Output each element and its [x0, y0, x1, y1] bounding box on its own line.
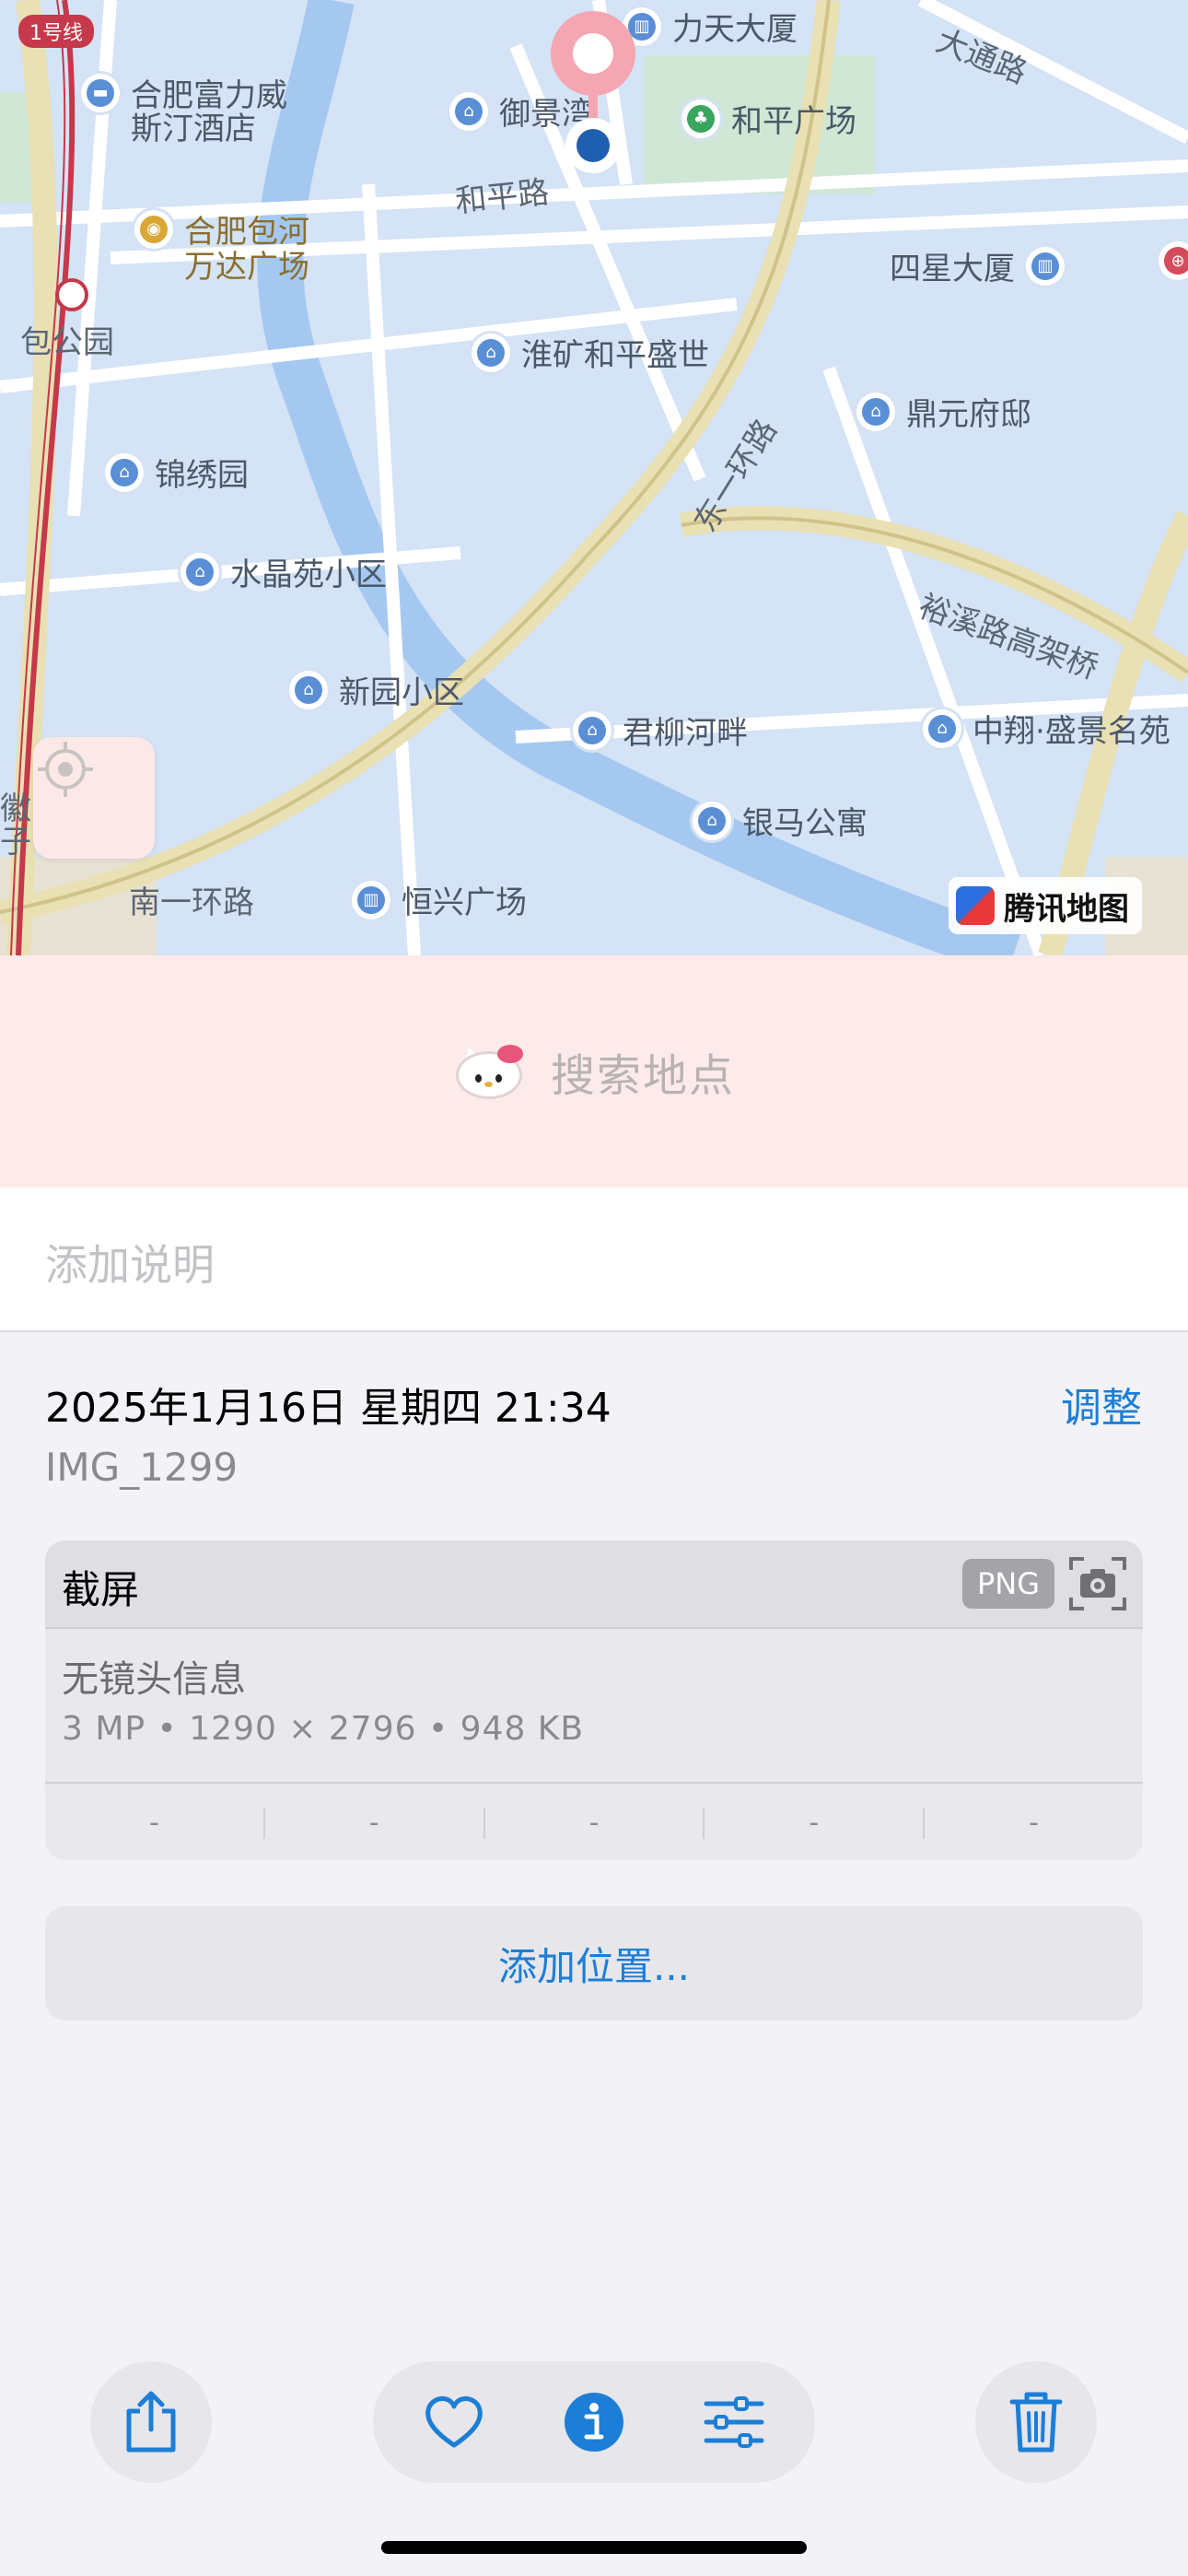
metro-line-badge: 1号线 — [18, 15, 94, 48]
exif-aperture: - — [703, 1807, 923, 1839]
home-icon: ⌂ — [472, 333, 510, 372]
road-label-edge-2: 子 — [0, 824, 31, 861]
format-badge: PNG — [962, 1559, 1055, 1609]
sliders-icon — [704, 2396, 764, 2448]
home-icon: ⌂ — [693, 801, 731, 840]
poi-zhongxiang[interactable]: ⌂ 中翔·盛景名苑 — [923, 706, 1171, 751]
capture-type-label: 截屏 — [62, 1567, 140, 1612]
exif-focal-length: - — [262, 1807, 483, 1839]
poi-junliu[interactable]: ⌂ 君柳河畔 — [573, 708, 748, 753]
favorite-button[interactable] — [413, 2382, 495, 2463]
tencent-map-icon — [956, 886, 995, 925]
home-icon: ⌂ — [923, 708, 961, 748]
exif-shutter: - — [923, 1807, 1143, 1839]
map-provider-logo: 腾讯地图 — [949, 877, 1142, 934]
trash-icon — [1009, 2392, 1063, 2453]
poi-yinma[interactable]: ⌂ 银马公寓 — [693, 798, 868, 843]
lens-info: 无镜头信息 — [62, 1658, 246, 1701]
action-pill — [373, 2361, 815, 2483]
heart-icon — [425, 2396, 483, 2448]
photo-filename: IMG_1299 — [45, 1445, 239, 1490]
image-metadata: 3 MP • 1290 × 2796 • 948 KB — [62, 1710, 585, 1748]
poi-wanda-line2: 万达广场 — [184, 249, 309, 286]
caption-field[interactable]: 添加说明 — [0, 1188, 1188, 1332]
delete-button[interactable] — [975, 2361, 1097, 2483]
info-icon — [565, 2393, 623, 2452]
poi-xinyuan[interactable]: ⌂ 新园小区 — [289, 667, 464, 712]
poi-dingyuan[interactable]: ⌂ 鼎元府邸 — [856, 389, 1031, 434]
metro-station-icon — [55, 278, 88, 311]
road-label-nanyihuan: 南一环路 — [129, 884, 254, 921]
info-button[interactable] — [553, 2382, 635, 2463]
poi-shuijing[interactable]: ⌂ 水晶苑小区 — [181, 549, 387, 594]
location-pin[interactable] — [549, 9, 637, 175]
building-icon: ▥ — [352, 880, 390, 919]
photo-info-card: 截屏 PNG 无镜头信息 3 MP • 1290 × 2796 • 948 KB… — [45, 1540, 1143, 1860]
adjust-button[interactable]: 调整 — [1061, 1375, 1142, 1434]
home-icon: ⌂ — [289, 670, 328, 709]
locate-me-button[interactable] — [33, 737, 155, 859]
home-icon: ⌂ — [105, 452, 144, 492]
hello-kitty-icon — [453, 1043, 525, 1100]
poi-jinxiu[interactable]: ⌂ 锦绣园 — [105, 450, 249, 495]
share-button[interactable] — [90, 2361, 212, 2483]
poi-sixing[interactable]: 四星大厦 ▥ — [890, 243, 1065, 288]
exif-row: - - - - - — [45, 1782, 1143, 1860]
exif-iso: - — [148, 1806, 159, 1839]
edit-button[interactable] — [693, 2382, 775, 2463]
mall-icon: ◉ — [134, 209, 173, 249]
photo-datetime: 2025年1月16日 星期四 21:34 — [45, 1385, 611, 1432]
road-label-baogongyuan: 包公园 — [20, 324, 114, 361]
info-card-header: 截屏 PNG — [45, 1540, 1143, 1629]
home-icon: ⌂ — [856, 392, 895, 431]
home-icon: ⌂ — [181, 552, 219, 591]
map-view[interactable]: 1号线 ▥ 力天大厦 ▬ 合肥富力威 斯汀酒店 ⌂ 御景湾 ♣ 和平广场 ◉ 合肥包河 万… — [0, 0, 1188, 955]
screenshot-camera-icon — [1069, 1557, 1126, 1610]
poi-hotel-line2: 斯汀酒店 — [131, 111, 256, 147]
park-icon: ♣ — [681, 99, 720, 138]
hotel-icon: ▬ — [81, 73, 120, 112]
poi-hengxing[interactable]: ▥ 恒兴广场 — [352, 877, 527, 922]
home-indicator[interactable] — [381, 2541, 807, 2554]
exif-exposure: - — [483, 1807, 704, 1839]
home-icon: ⌂ — [449, 91, 488, 131]
poi-litian[interactable]: ▥ 力天大厦 — [623, 4, 798, 49]
crosshair-icon — [38, 742, 93, 797]
poi-heping-square[interactable]: ♣ 和平广场 — [681, 96, 856, 141]
caption-placeholder: 添加说明 — [45, 1240, 215, 1290]
building-icon: ▥ — [1026, 246, 1065, 286]
share-icon — [126, 2391, 176, 2453]
search-placeholder: 搜索地点 — [550, 1050, 735, 1102]
add-location-button[interactable]: 添加位置... — [45, 1906, 1143, 2020]
search-location-bar[interactable]: 搜索地点 — [0, 955, 1188, 1188]
map-provider-name: 腾讯地图 — [1004, 890, 1129, 928]
poi-huaikuang[interactable]: ⌂ 淮矿和平盛世 — [472, 330, 709, 375]
home-icon: ⌂ — [573, 710, 611, 750]
